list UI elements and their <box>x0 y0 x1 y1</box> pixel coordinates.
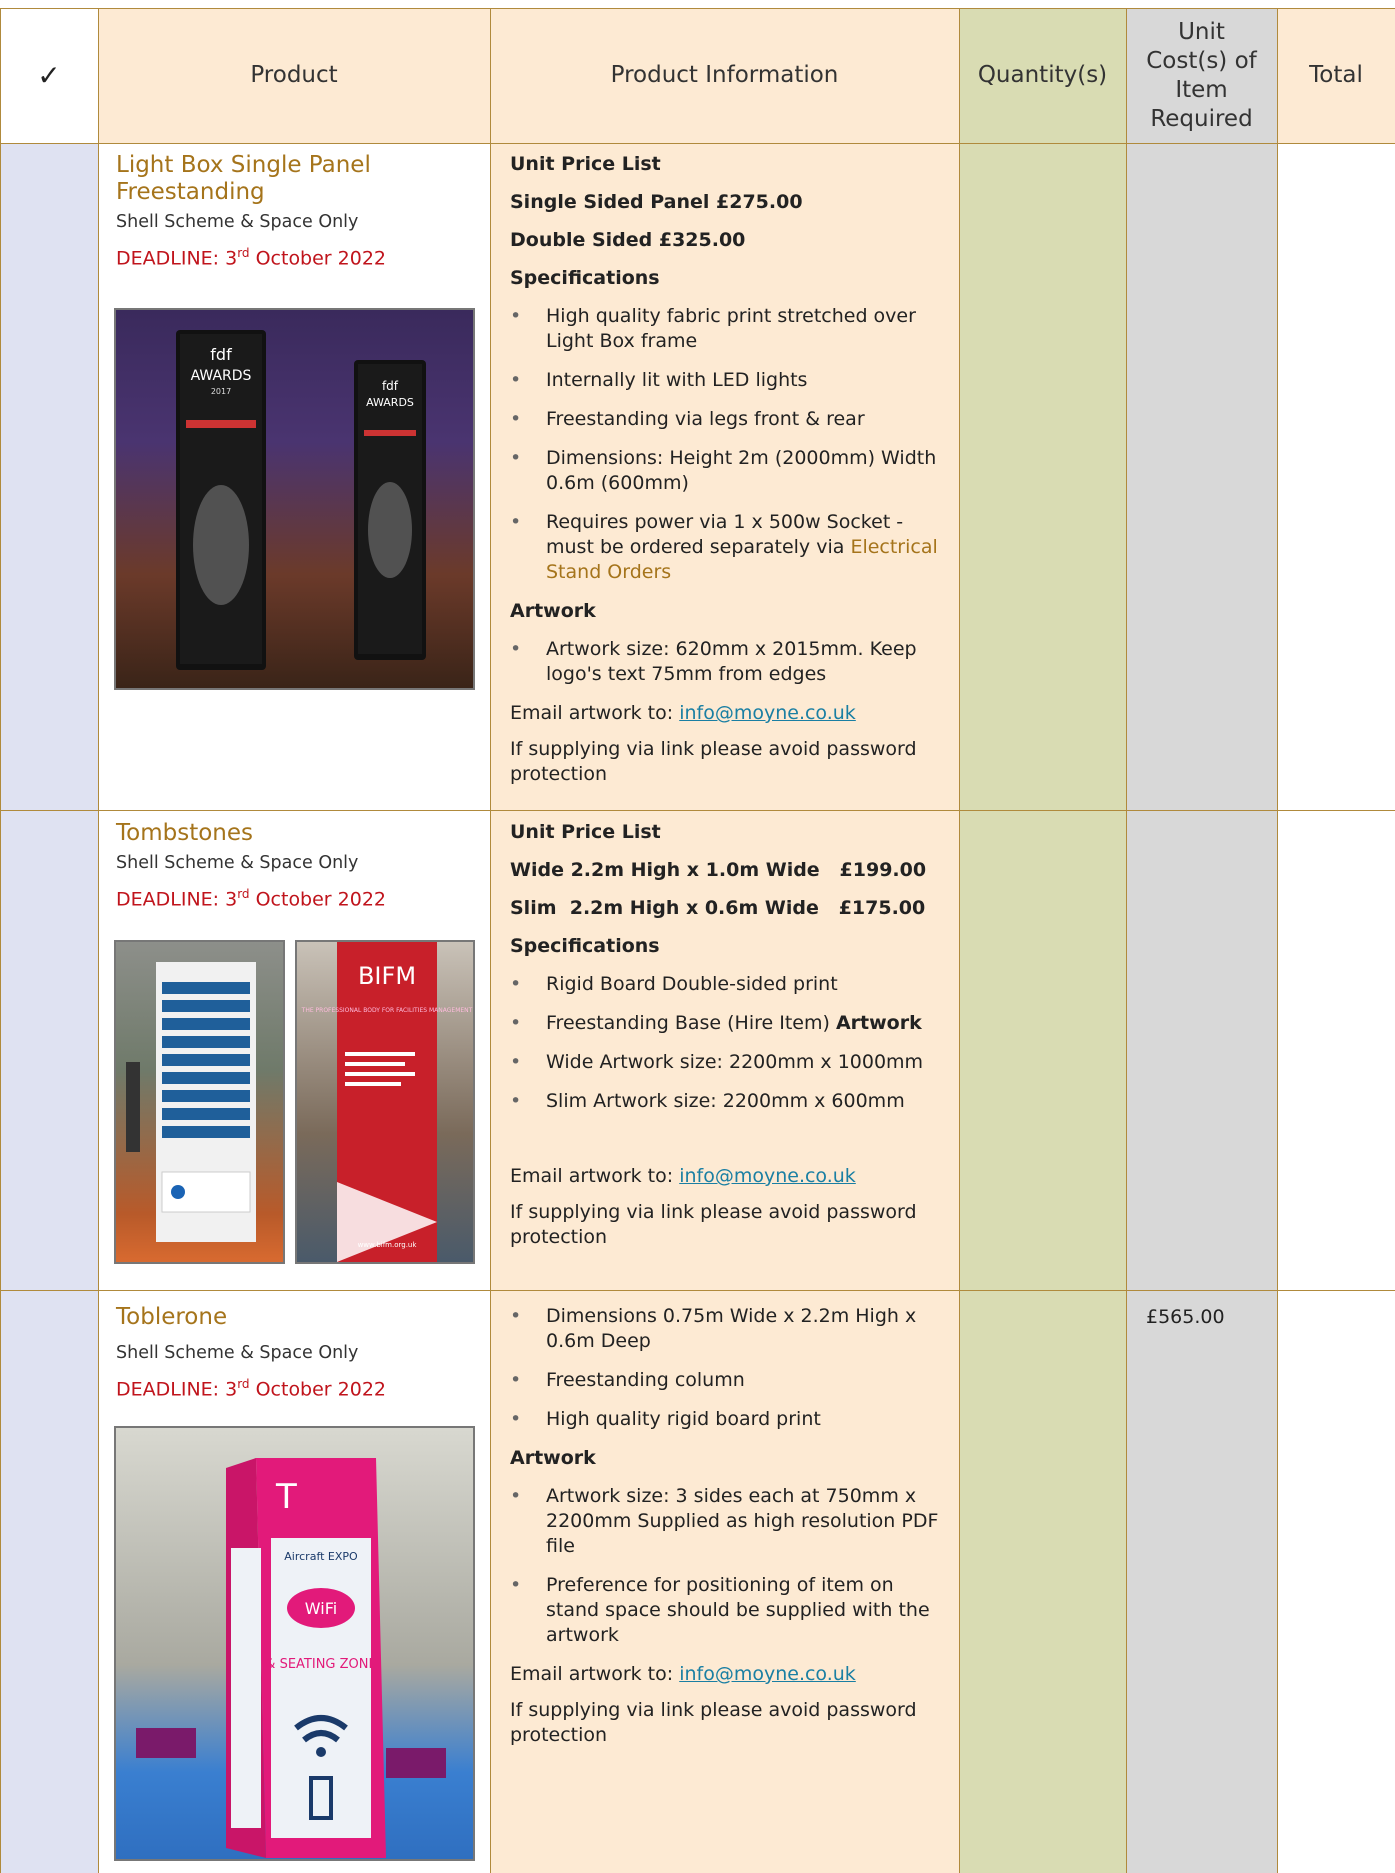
spec-item: Freestanding column <box>510 1368 940 1393</box>
deadline: DEADLINE: 3rd October 2022 <box>116 1377 387 1401</box>
light-box-photo: fdf AWARDS 2017 fdf AWARDS <box>114 308 475 690</box>
tombstone-photo-slim: BIFM THE PROFESSIONAL BODY FOR FACILITIE… <box>295 940 475 1264</box>
total-field[interactable] <box>1277 1290 1395 1873</box>
header-unit-cost: Unit Cost(s) of Item Required <box>1146 18 1257 132</box>
link-note: If supplying via link please avoid passw… <box>510 738 917 785</box>
spec-item: Wide Artwork size: 2200mm x 1000mm <box>510 1050 950 1075</box>
svg-text:AWARDS: AWARDS <box>191 368 252 384</box>
link-note: If supplying via link please avoid passw… <box>510 1201 917 1248</box>
quantity-field[interactable] <box>959 1290 1126 1873</box>
spec-item: High quality fabric print stretched over… <box>510 304 940 354</box>
light-box-illustration: fdf AWARDS 2017 fdf AWARDS <box>176 330 426 670</box>
spec-item: High quality rigid board print <box>510 1407 940 1432</box>
artwork-list: Artwork size: 620mm x 2015mm. Keep logo'… <box>510 637 940 687</box>
artwork-heading: Artwork <box>510 600 596 622</box>
tombstone-photo-wide <box>114 940 285 1264</box>
unit-cost-toblerone: £565.00 <box>1146 1306 1225 1328</box>
svg-text:fdf: fdf <box>210 345 232 364</box>
product-info-light-box: Unit Price List Single Sided Panel £275.… <box>510 152 940 800</box>
product-cell-toblerone: Toblerone Shell Scheme & Space Only DEAD… <box>116 1304 486 1400</box>
price-line: Single Sided Panel £275.00 <box>510 191 803 213</box>
product-info-toblerone: Dimensions 0.75m Wide x 2.2m High x 0.6m… <box>510 1304 940 1761</box>
artwork-item: Artwork size: 620mm x 2015mm. Keep logo'… <box>510 637 940 687</box>
spec-list: Dimensions 0.75m Wide x 2.2m High x 0.6m… <box>510 1304 940 1432</box>
quantity-field[interactable] <box>959 810 1126 1290</box>
price-line: Slim 2.2m High x 0.6m Wide £175.00 <box>510 897 926 919</box>
checkbox-cell[interactable] <box>0 143 98 810</box>
toblerone-illustration: T Aircraft EXPO WiFi & SEATING ZONE <box>136 1458 446 1858</box>
tombstone-slim-illustration: BIFM THE PROFESSIONAL BODY FOR FACILITIE… <box>301 942 473 1262</box>
header-total: Total <box>1309 62 1363 88</box>
email-line: Email artwork to: info@moyne.co.uk <box>510 1165 856 1187</box>
email-link[interactable]: info@moyne.co.uk <box>679 1663 856 1685</box>
artwork-item: Artwork size: 3 sides each at 750mm x 22… <box>510 1484 940 1559</box>
svg-text:BIFM: BIFM <box>358 962 416 990</box>
spec-item: Dimensions: Height 2m (2000mm) Width 0.6… <box>510 446 940 496</box>
product-subtitle: Shell Scheme & Space Only <box>116 1343 359 1363</box>
product-subtitle: Shell Scheme & Space Only <box>116 212 359 232</box>
svg-text:& SEATING ZONE: & SEATING ZONE <box>265 1657 376 1672</box>
spec-item: Dimensions 0.75m Wide x 2.2m High x 0.6m… <box>510 1304 940 1354</box>
spec-item: Slim Artwork size: 2200mm x 600mm <box>510 1089 950 1114</box>
product-subtitle: Shell Scheme & Space Only <box>116 853 359 873</box>
artwork-list: Artwork size: 3 sides each at 750mm x 22… <box>510 1484 940 1648</box>
svg-text:www.bifm.org.uk: www.bifm.org.uk <box>358 1241 418 1249</box>
product-info-tombstones: Unit Price List Wide 2.2m High x 1.0m Wi… <box>510 820 950 1263</box>
svg-text:THE PROFESSIONAL BODY FOR FACI: THE PROFESSIONAL BODY FOR FACILITIES MAN… <box>301 1007 473 1014</box>
artwork-heading: Artwork <box>510 1447 596 1469</box>
price-heading: Unit Price List <box>510 821 661 843</box>
header-product: Product <box>250 62 338 88</box>
price-line: Double Sided £325.00 <box>510 229 746 251</box>
total-field[interactable] <box>1277 143 1395 810</box>
product-cell-light-box: Light Box Single Panel Freestanding Shel… <box>116 152 486 269</box>
product-title: Tombstones <box>116 820 254 846</box>
spec-item: Freestanding via legs front & rear <box>510 407 940 432</box>
svg-text:fdf: fdf <box>382 379 399 393</box>
spec-list: High quality fabric print stretched over… <box>510 304 940 585</box>
svg-text:2017: 2017 <box>211 387 231 396</box>
svg-text:T: T <box>275 1477 297 1517</box>
email-line: Email artwork to: info@moyne.co.uk <box>510 702 856 724</box>
svg-text:AWARDS: AWARDS <box>366 396 414 409</box>
artwork-item: Preference for positioning of item on st… <box>510 1573 940 1648</box>
spec-item: Freestanding Base (Hire Item) Artwork <box>510 1011 950 1036</box>
svg-text:WiFi: WiFi <box>305 1599 337 1618</box>
spec-heading: Specifications <box>510 267 660 289</box>
email-link[interactable]: info@moyne.co.uk <box>679 702 856 724</box>
price-line: Wide 2.2m High x 1.0m Wide £199.00 <box>510 859 927 881</box>
spec-item: Requires power via 1 x 500w Socket - mus… <box>510 510 940 585</box>
deadline: DEADLINE: 3rd October 2022 <box>116 887 387 911</box>
svg-text:Aircraft EXPO: Aircraft EXPO <box>284 1550 358 1563</box>
header-quantity: Quantity(s) <box>977 62 1108 88</box>
spec-item: Rigid Board Double-sided print <box>510 972 950 997</box>
toblerone-photo: T Aircraft EXPO WiFi & SEATING ZONE <box>114 1426 475 1861</box>
order-form-table: ✓ Product Product Information Quantity(s… <box>0 0 1395 1873</box>
spec-list: Rigid Board Double-sided print Freestand… <box>510 972 950 1114</box>
product-title: Light Box Single Panel Freestanding <box>116 152 371 205</box>
unit-cost-column <box>1126 8 1277 1873</box>
email-link[interactable]: info@moyne.co.uk <box>679 1165 856 1187</box>
tombstone-wide-illustration <box>126 962 256 1242</box>
quantity-field[interactable] <box>959 143 1126 810</box>
spec-heading: Specifications <box>510 935 660 957</box>
check-icon: ✓ <box>37 59 61 92</box>
total-field[interactable] <box>1277 810 1395 1290</box>
deadline: DEADLINE: 3rd October 2022 <box>116 246 387 270</box>
product-title: Toblerone <box>116 1304 228 1330</box>
header-product-info: Product Information <box>610 62 839 88</box>
link-note: If supplying via link please avoid passw… <box>510 1699 917 1746</box>
checkbox-cell[interactable] <box>0 1290 98 1873</box>
product-cell-tombstones: Tombstones Shell Scheme & Space Only DEA… <box>116 820 486 910</box>
price-heading: Unit Price List <box>510 153 661 175</box>
email-line: Email artwork to: info@moyne.co.uk <box>510 1663 856 1685</box>
spec-item: Internally lit with LED lights <box>510 368 940 393</box>
checkbox-cell[interactable] <box>0 810 98 1290</box>
